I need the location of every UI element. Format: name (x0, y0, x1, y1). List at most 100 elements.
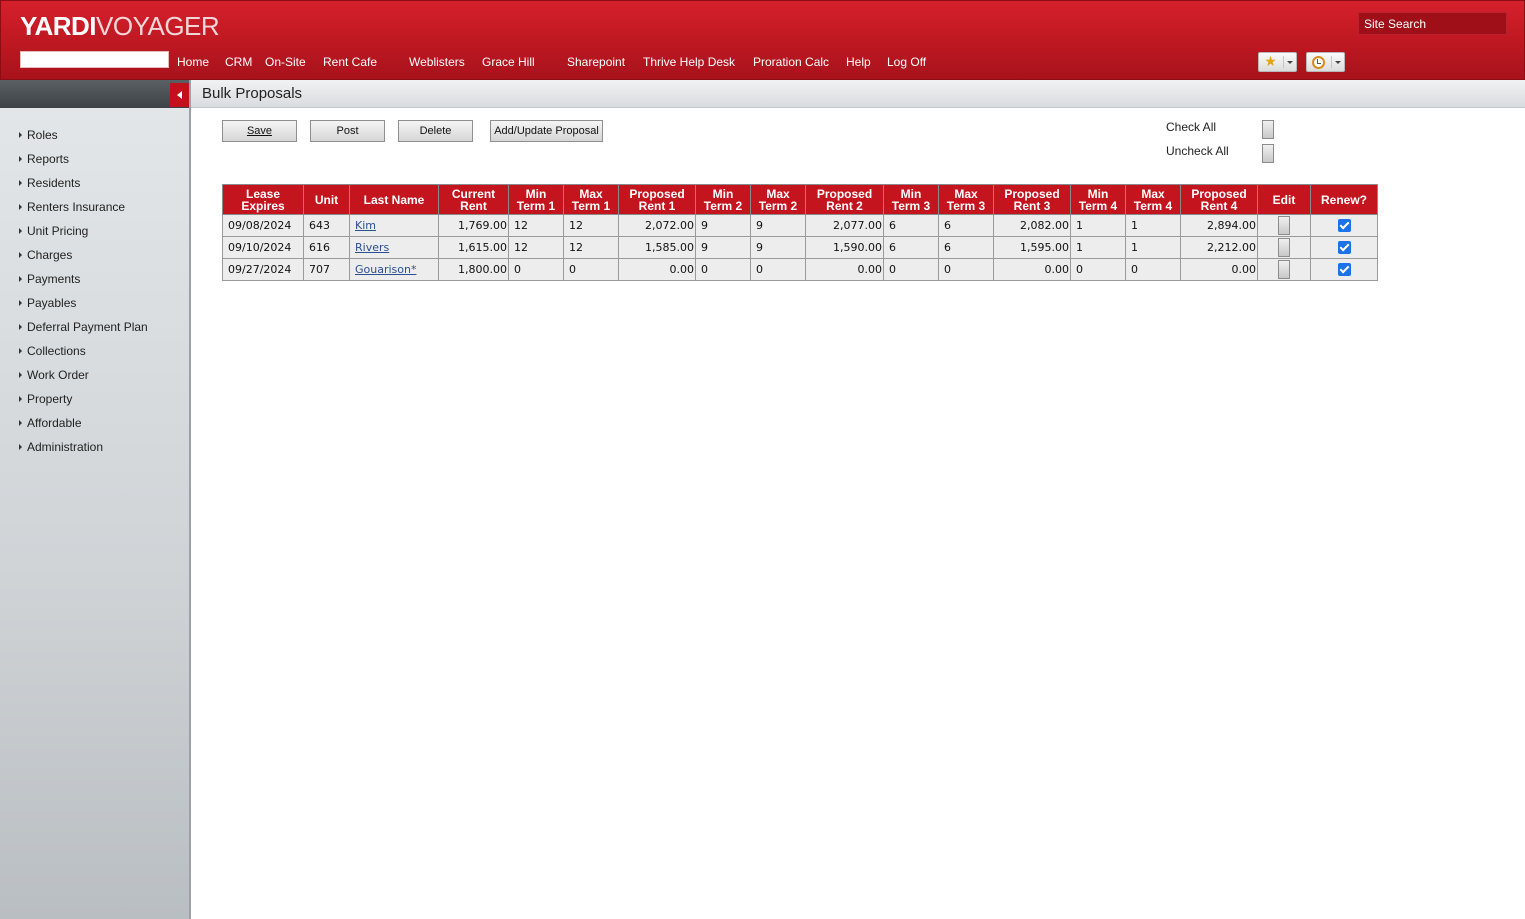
star-icon: ★ (1264, 54, 1277, 70)
caret-right-icon (19, 348, 22, 354)
sidebar-item-renters-insurance[interactable]: Renters Insurance (19, 200, 125, 216)
cell-min1: 12 (508, 236, 564, 259)
caret-right-icon (19, 276, 22, 282)
sidebar-item-label: Renters Insurance (27, 200, 126, 214)
resident-name-link[interactable]: Gouarison* (355, 263, 416, 276)
cell-min1: 0 (508, 258, 564, 281)
sidebar-item-payments[interactable]: Payments (19, 272, 80, 288)
cell-edit (1257, 236, 1311, 259)
column-header-text: Min (712, 186, 734, 201)
history-button[interactable] (1306, 52, 1345, 72)
cell-rent3: 1,595.00 (993, 236, 1071, 259)
cell-rent2: 0.00 (805, 258, 884, 281)
renew-checkbox[interactable] (1337, 263, 1351, 277)
nav-log-off[interactable]: Log Off (887, 55, 926, 69)
uncheck-all-label: Uncheck All (1166, 144, 1229, 158)
nav-help[interactable]: Help (846, 55, 871, 69)
nav-thrive-help-desk[interactable]: Thrive Help Desk (643, 55, 735, 69)
sidebar-item-administration[interactable]: Administration (19, 440, 103, 456)
cell-lease-expires: 09/10/2024 (222, 236, 304, 259)
sidebar-item-collections[interactable]: Collections (19, 344, 86, 360)
column-header-text: Term 2 (703, 198, 743, 213)
nav-sharepoint[interactable]: Sharepoint (567, 55, 625, 69)
table-row: 09/10/2024 616 Rivers 1,615.00 12 12 1,585.00 9… (222, 236, 1378, 259)
top-header: YARDIVOYAGER Site Search Home CRM On-Sit… (0, 0, 1525, 80)
sidebar-item-work-order[interactable]: Work Order (19, 368, 89, 384)
column-header: Min Term 4 (1070, 184, 1126, 215)
column-header: Proposed Rent 4 (1180, 184, 1258, 215)
sidebar-item-affordable[interactable]: Affordable (19, 416, 82, 432)
delete-button[interactable]: Delete (398, 120, 473, 142)
cell-min2: 9 (695, 236, 751, 259)
column-header-text: Expires (241, 198, 285, 213)
caret-right-icon (19, 420, 22, 426)
edit-row-button[interactable] (1278, 216, 1290, 235)
table-row: 09/27/2024 707 Gouarison* 1,800.00 0 0 0.00 0 0 0… (222, 258, 1378, 281)
cell-max2: 0 (750, 258, 806, 281)
edit-row-button[interactable] (1278, 260, 1290, 279)
cell-min2: 9 (695, 214, 751, 237)
resident-name-link[interactable]: Kim (355, 219, 376, 232)
column-header-text: Term 4 (1133, 198, 1173, 213)
favorites-button[interactable]: ★ (1258, 52, 1297, 72)
caret-right-icon (19, 228, 22, 234)
sidebar-item-label: Roles (27, 128, 58, 142)
uncheck-all-button[interactable] (1262, 144, 1274, 163)
column-header-text: Proposed (629, 186, 685, 201)
column-header-text: Rent 4 (1200, 198, 1238, 213)
cell-max3: 6 (938, 236, 994, 259)
cell-min1: 12 (508, 214, 564, 237)
renew-checkbox[interactable] (1337, 219, 1351, 233)
column-header-text: Lease (245, 186, 281, 201)
column-header-text: Term 1 (571, 198, 611, 213)
cell-max1: 0 (563, 258, 619, 281)
column-header: Max Term 4 (1125, 184, 1181, 215)
sidebar-item-deferral-payment-plan[interactable]: Deferral Payment Plan (19, 320, 148, 336)
sidebar-item-payables[interactable]: Payables (19, 296, 76, 312)
nav-weblisters[interactable]: Weblisters (409, 55, 465, 69)
nav-proration-calc[interactable]: Proration Calc (753, 55, 829, 69)
cell-max1: 12 (563, 214, 619, 237)
column-header: Last Name (349, 184, 439, 215)
resident-name-link[interactable]: Rivers (355, 241, 389, 254)
sidebar-item-residents[interactable]: Residents (19, 176, 80, 192)
collapse-sidebar-button[interactable] (170, 83, 189, 107)
table-row: 09/08/2024 643 Kim 1,769.00 12 12 2,072.00 9 9 2,… (222, 214, 1378, 237)
cell-rent2: 2,077.00 (805, 214, 884, 237)
caret-right-icon (19, 324, 22, 330)
nav-rent-cafe[interactable]: Rent Cafe (323, 55, 377, 69)
add-update-proposal-button[interactable]: Add/Update Proposal (490, 120, 603, 142)
column-header: Max Term 1 (563, 184, 619, 215)
save-button[interactable]: Save (222, 120, 297, 142)
column-header-text: Max (954, 186, 978, 201)
column-header: Proposed Rent 2 (805, 184, 884, 215)
cell-last-name: Rivers (349, 236, 439, 259)
cell-min4: 0 (1070, 258, 1126, 281)
sidebar-item-property[interactable]: Property (19, 392, 72, 408)
nav-on-site[interactable]: On-Site (265, 55, 306, 69)
cell-min4: 1 (1070, 214, 1126, 237)
property-selector-input[interactable] (20, 51, 169, 68)
nav-grace-hill[interactable]: Grace Hill (482, 55, 535, 69)
cell-rent1: 1,585.00 (618, 236, 696, 259)
sidebar-item-charges[interactable]: Charges (19, 248, 72, 264)
sidebar-item-reports[interactable]: Reports (19, 152, 69, 168)
nav-home[interactable]: Home (177, 55, 209, 69)
logo-voyager-text: VOYAGER (96, 11, 220, 41)
cell-rent2: 1,590.00 (805, 236, 884, 259)
cell-min3: 6 (883, 236, 939, 259)
site-search-input[interactable]: Site Search (1358, 12, 1507, 35)
cell-max3: 6 (938, 214, 994, 237)
column-header-text: Proposed (1004, 186, 1060, 201)
sidebar-item-unit-pricing[interactable]: Unit Pricing (19, 224, 88, 240)
edit-row-button[interactable] (1278, 238, 1290, 257)
nav-crm[interactable]: CRM (225, 55, 252, 69)
renew-checkbox[interactable] (1337, 241, 1351, 255)
column-header-text: Rent (460, 198, 487, 213)
sidebar-item-label: Collections (27, 344, 86, 358)
post-button[interactable]: Post (310, 120, 385, 142)
cell-max4: 0 (1125, 258, 1181, 281)
add-update-proposal-label: Add/Update Proposal (494, 125, 599, 137)
check-all-button[interactable] (1262, 120, 1274, 139)
sidebar-item-roles[interactable]: Roles (19, 128, 58, 144)
